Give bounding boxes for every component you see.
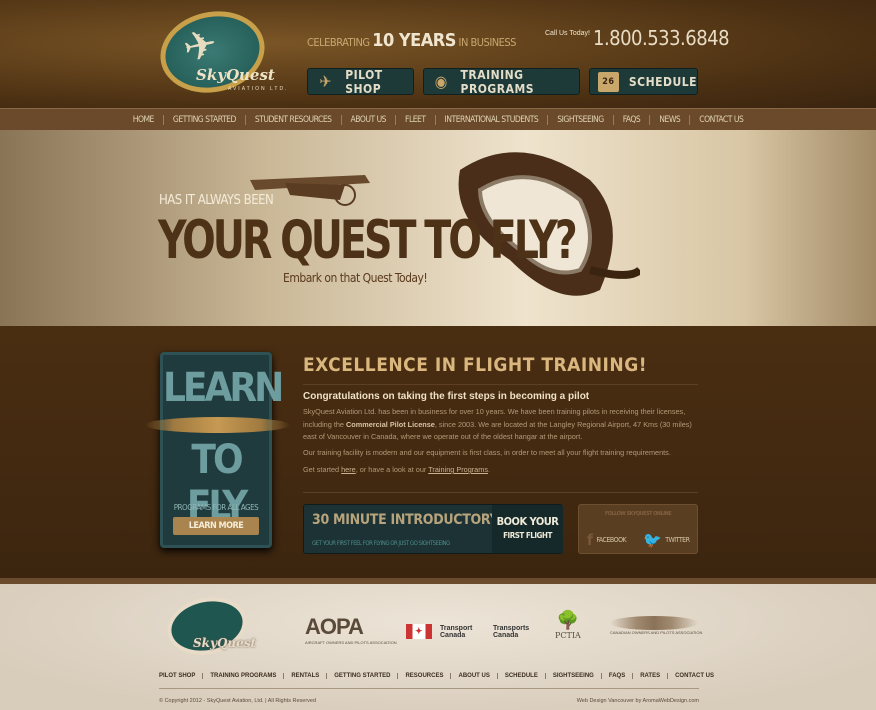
footer-nav-schedule[interactable]: SCHEDULE: [496, 673, 545, 679]
copyright: © Copyright 2012 - SkyQuest Aviation, Lt…: [159, 698, 317, 704]
footer-logo-text: SkyQuest: [193, 636, 257, 650]
learn-line1: LEARN: [163, 365, 284, 411]
section-subtitle: Congratulations on taking the first step…: [303, 391, 590, 402]
training-programs-button[interactable]: ◉ TRAINING PROGRAMS: [423, 67, 580, 96]
footer-logo[interactable]: [162, 590, 252, 662]
pilot-shop-button[interactable]: ✈ PILOT SHOP: [307, 67, 414, 96]
call-label: Call Us Today!: [545, 30, 591, 37]
celebrate-pre: CELEBRATING: [307, 36, 370, 49]
footer-nav-rates[interactable]: RATES: [632, 673, 667, 679]
pctia-text: PCTIA: [555, 631, 581, 640]
learn-line2: TO FLY: [186, 437, 248, 529]
celebrate-post: IN BUSINESS: [458, 36, 517, 49]
phone-number[interactable]: 1.800.533.6848: [593, 26, 730, 50]
footer-nav-training-programs[interactable]: TRAINING PROGRAMS: [202, 673, 283, 679]
footer-nav-sightseeing[interactable]: SIGHTSEEING: [544, 673, 601, 679]
tc-french: Transports Canada: [493, 624, 530, 639]
book-flight-button[interactable]: BOOK YOUR FIRST FLIGHT: [492, 505, 563, 553]
text: Get started: [303, 465, 342, 474]
header: ✈ SkyQuest AVIATION LTD. CELEBRATING 10 …: [0, 0, 876, 108]
book-line1: BOOK YOUR: [496, 515, 559, 528]
learn-subtitle: PROGRAMS FOR ALL AGES: [173, 503, 259, 512]
nav-fleet[interactable]: FLEET: [395, 114, 435, 125]
pctia-logo[interactable]: 🌳 PCTIA: [555, 610, 581, 640]
text: .: [487, 465, 490, 474]
nav-contact-us[interactable]: CONTACT US: [689, 114, 752, 125]
nav-about-us[interactable]: ABOUT US: [340, 114, 396, 125]
divider: [303, 384, 698, 385]
aopa-subtitle: AIRCRAFT OWNERS AND PILOTS ASSOCIATION: [305, 640, 397, 645]
aopa-logo[interactable]: AOPA AIRCRAFT OWNERS AND PILOTS ASSOCIATI…: [305, 614, 397, 645]
facebook-label: FACEBOOK: [596, 536, 627, 544]
copa-text: CANADIAN OWNERS AND PILOTS ASSOCIATION: [610, 630, 703, 635]
footer-nav-faqs[interactable]: FAQS: [600, 673, 632, 679]
hero-headline: YOUR QUEST TO FLY?: [158, 210, 578, 272]
logo-subtitle: AVIATION LTD.: [228, 86, 289, 92]
twitter-label: TWITTER: [665, 536, 690, 544]
footer-nav-contact-us[interactable]: CONTACT US: [667, 673, 721, 679]
design-credit-link[interactable]: Web Design Vancouver by AromaWebDesign.c…: [577, 698, 699, 704]
copa-logo[interactable]: CANADIAN OWNERS AND PILOTS ASSOCIATION: [610, 616, 702, 635]
footer-nav-about-us[interactable]: ABOUT US: [450, 673, 496, 679]
calendar-icon: 26: [598, 71, 619, 92]
section-title: EXCELLENCE IN FLIGHT TRAINING!: [303, 354, 648, 376]
medal-icon: ◉: [434, 72, 448, 91]
nav-student-resources[interactable]: STUDENT RESOURCES: [244, 114, 341, 125]
nav-faqs[interactable]: FAQS: [612, 114, 650, 125]
button-label: SCHEDULE: [628, 74, 697, 89]
transport-canada-logo[interactable]: ✦ Transport Canada Transports Canada: [406, 624, 538, 639]
divider: [159, 688, 699, 689]
main-nav: HOME GETTING STARTED STUDENT RESOURCES A…: [0, 108, 876, 130]
text: , or have a look at our: [355, 465, 429, 474]
nav-home[interactable]: HOME: [124, 115, 163, 125]
intro-subtitle: GET YOUR FIRST FEEL FOR FLYING OR JUST G…: [312, 540, 450, 547]
wings-icon: [610, 616, 698, 630]
intro-flight-banner[interactable]: 30 MINUTE INTRODUCTORY FLIGHT GET YOUR F…: [303, 504, 563, 554]
schedule-button[interactable]: 26 SCHEDULE: [589, 68, 698, 95]
intro-paragraph: SkyQuest Aviation Ltd. has been in busin…: [303, 406, 700, 444]
logo-text: SkyQuest: [196, 66, 275, 84]
twitter-link[interactable]: 🐦 TWITTER: [643, 531, 690, 549]
canada-flag-icon: ✦: [406, 624, 432, 639]
nav-international-students[interactable]: INTERNATIONAL STUDENTS: [434, 114, 548, 125]
footer-nav-pilot-shop[interactable]: PILOT SHOP: [159, 673, 202, 679]
learn-to-fly-card[interactable]: LEARN TO FLY PROGRAMS FOR ALL AGES LEARN…: [145, 352, 290, 548]
wings-icon: [145, 417, 290, 433]
follow-box: FOLLOW SKYQUEST ONLINE f FACEBOOK 🐦 TWITTE…: [578, 504, 698, 554]
get-started-paragraph: Get started here, or have a look at our …: [303, 464, 700, 477]
hero-tagline: Embark on that Quest Today!: [283, 271, 428, 285]
here-link[interactable]: here: [341, 465, 356, 474]
facebook-link[interactable]: f FACEBOOK: [587, 531, 627, 549]
footer-nav-resources[interactable]: RESOURCES: [397, 673, 450, 679]
nav-getting-started[interactable]: GETTING STARTED: [162, 114, 245, 125]
footer: SkyQuest AOPA AIRCRAFT OWNERS AND PILOTS …: [0, 578, 876, 710]
button-label: TRAINING PROGRAMS: [460, 67, 534, 96]
celebrate-years: 10 YEARS: [372, 30, 456, 51]
nav-sightseeing[interactable]: SIGHTSEEING: [547, 114, 612, 125]
aopa-text: AOPA: [305, 614, 364, 639]
learn-more-button[interactable]: LEARN MORE: [173, 517, 259, 535]
bold-text: Commercial Pilot License: [346, 419, 435, 429]
divider: [303, 492, 698, 493]
follow-title: FOLLOW SKYQUEST ONLINE: [604, 511, 672, 517]
twitter-icon: 🐦: [643, 531, 662, 549]
nav-news[interactable]: NEWS: [649, 114, 689, 125]
footer-nav-getting-started[interactable]: GETTING STARTED: [326, 673, 397, 679]
airplane-icon: ✈: [319, 72, 332, 91]
footer-nav-rentals[interactable]: RENTALS: [283, 673, 326, 679]
book-line2: FIRST FLIGHT: [503, 531, 552, 540]
training-programs-link[interactable]: Training Programs: [428, 465, 488, 474]
button-label: PILOT SHOP: [345, 67, 383, 96]
facility-paragraph: Our training facility is modern and our …: [303, 448, 671, 457]
tree-icon: 🌳: [556, 610, 580, 631]
main-content: LEARN TO FLY PROGRAMS FOR ALL AGES LEARN…: [0, 326, 876, 578]
facebook-icon: f: [587, 531, 593, 549]
hero-small-text: HAS IT ALWAYS BEEN: [159, 193, 274, 208]
hero-banner: HAS IT ALWAYS BEEN YOUR QUEST TO FLY? Em…: [0, 130, 876, 326]
tc-english: Transport Canada: [440, 624, 473, 639]
footer-nav: PILOT SHOP TRAINING PROGRAMS RENTALS GET…: [159, 673, 721, 679]
celebrating-banner: CELEBRATING 10 YEARS IN BUSINESS: [307, 30, 516, 51]
airplane-icon: ✈: [179, 21, 222, 72]
